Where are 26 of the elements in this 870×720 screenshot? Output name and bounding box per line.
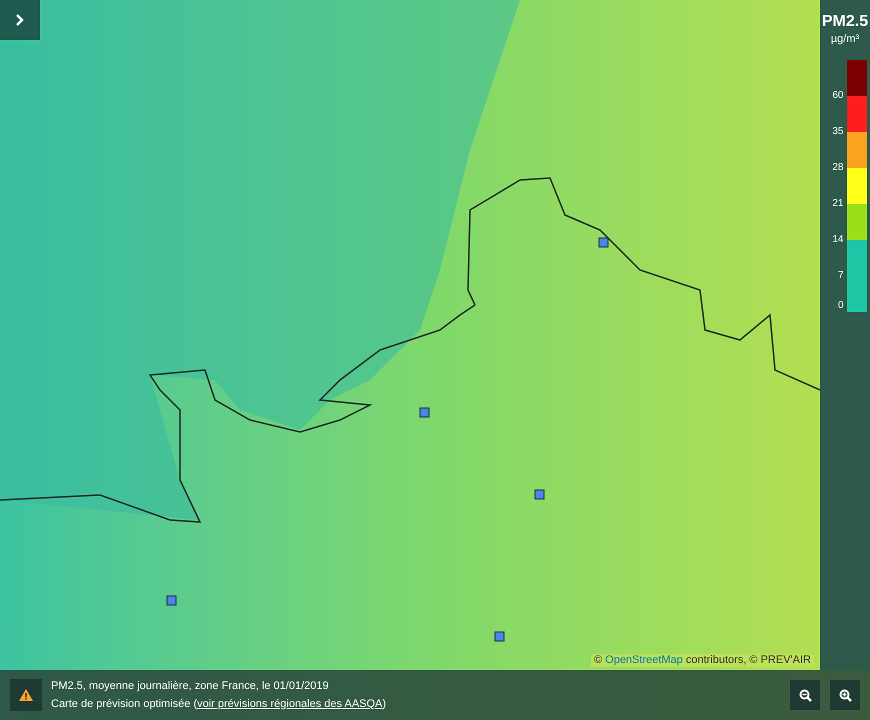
legend-tick-label: 14 [832,234,844,246]
legend-tick-label: 21 [832,198,844,210]
chevron-right-icon [15,14,25,26]
zoom-in-button[interactable] [830,680,860,710]
legend-tick-label: 0 [838,300,844,312]
map-description: PM2.5, moyenne journalière, zone France, le 01/01/2019 [51,679,330,693]
legend-tick-label: 60 [832,90,844,102]
forecast-note: Carte de prévision optimisée (voir prévisions régionales des AASQA) [51,697,386,711]
station-marker[interactable] [494,632,504,642]
zoom-in-icon [838,688,852,702]
sidebar-toggle-button[interactable] [0,0,40,40]
zoom-out-icon [798,688,812,702]
legend-tick-label: 7 [838,270,844,282]
station-marker[interactable] [598,238,608,248]
regional-forecasts-link[interactable]: voir prévisions régionales des AASQA [197,698,382,710]
warning-icon [19,689,33,701]
warning-button[interactable] [10,679,42,711]
attribution-text: © OpenStreetMap contributors, © PREV'AIR [590,654,814,667]
legend-tick-label: 28 [832,162,844,174]
station-marker[interactable] [420,408,430,418]
legend-tick-label: 35 [832,126,844,138]
station-marker[interactable] [534,490,544,500]
zoom-out-button[interactable] [790,680,820,710]
legend-unit: µg/m³ [830,32,860,46]
station-marker[interactable] [166,596,176,606]
legend-title: PM2.5 [822,12,868,32]
